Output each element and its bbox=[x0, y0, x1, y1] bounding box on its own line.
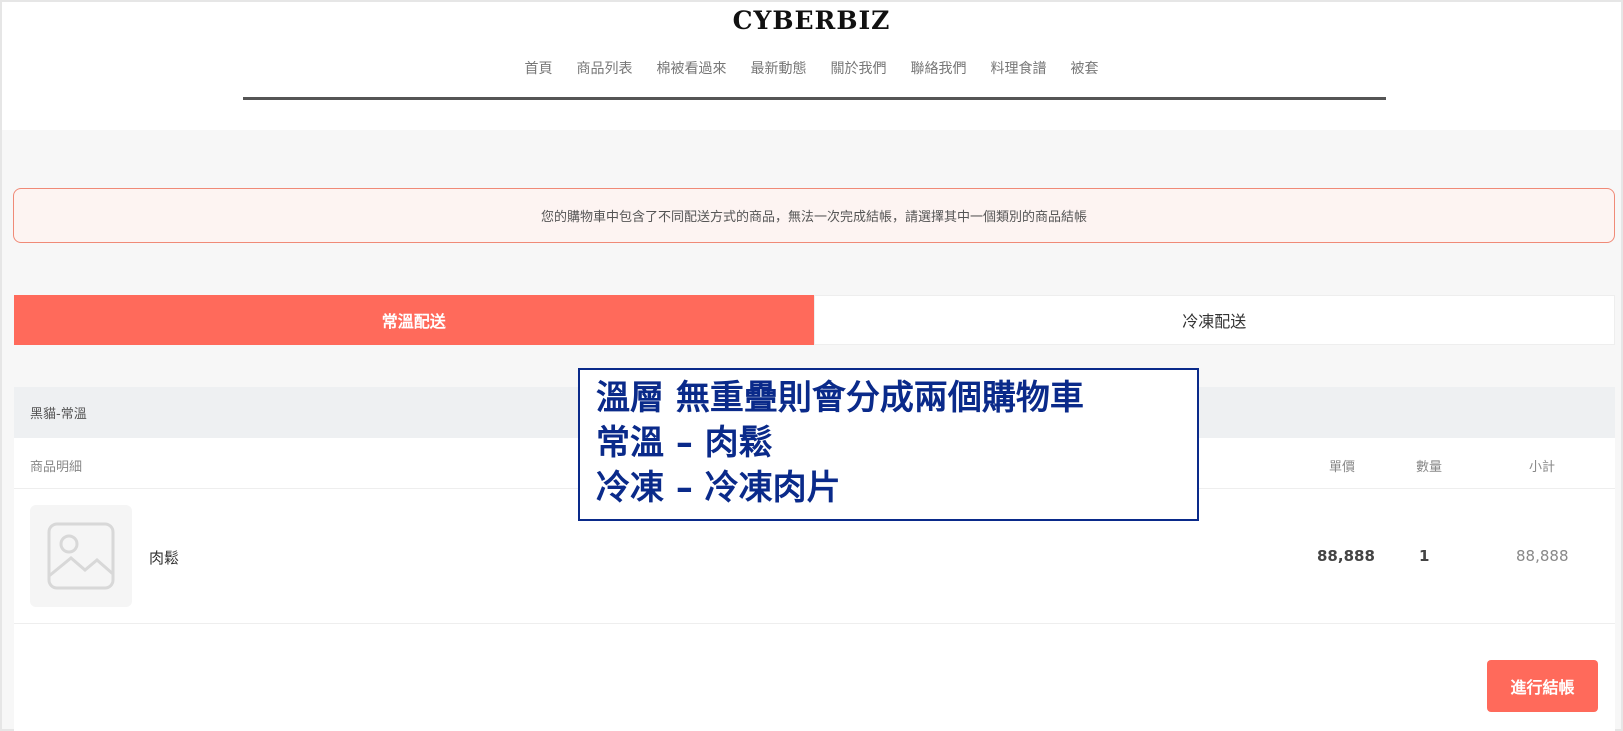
product-unit-price: 88,888 bbox=[1317, 547, 1375, 565]
product-quantity: 1 bbox=[1419, 547, 1430, 565]
nav-item-recipes[interactable]: 料理食譜 bbox=[979, 58, 1059, 78]
product-subtotal: 88,888 bbox=[1516, 547, 1569, 565]
nav-item-about[interactable]: 關於我們 bbox=[819, 58, 899, 78]
annotation-line-2: 常溫 – 肉鬆 bbox=[596, 423, 773, 463]
col-subtotal: 小計 bbox=[1529, 460, 1556, 475]
product-name[interactable]: 肉鬆 bbox=[149, 547, 179, 568]
alert-text: 您的購物車中包含了不同配送方式的商品，無法一次完成結帳，請選擇其中一個類別的商品… bbox=[540, 210, 1087, 225]
col-details: 商品明細 bbox=[30, 460, 83, 475]
col-unit-price: 單價 bbox=[1329, 460, 1356, 475]
nav-item-covers[interactable]: 被套 bbox=[1059, 58, 1111, 78]
tab-room-temp[interactable]: 常溫配送 bbox=[14, 295, 814, 345]
checkout-button[interactable]: 進行結帳 bbox=[1487, 660, 1598, 712]
annotation-line-3: 冷凍 – 冷凍肉片 bbox=[596, 468, 841, 508]
nav-item-quilts[interactable]: 棉被看過來 bbox=[645, 58, 739, 78]
product-image-placeholder[interactable] bbox=[30, 505, 132, 607]
nav-divider bbox=[243, 97, 1386, 100]
site-logo[interactable]: CYBERBIZ bbox=[2, 6, 1621, 35]
shipping-method-label: 黑貓-常溫 bbox=[30, 407, 87, 422]
tab-frozen[interactable]: 冷凍配送 bbox=[813, 295, 1615, 345]
shipping-tabs: 常溫配送 冷凍配送 bbox=[14, 295, 1615, 345]
nav-item-news[interactable]: 最新動態 bbox=[739, 58, 819, 78]
annotation-callout: 溫層 無重疊則會分成兩個購物車 常溫 – 肉鬆 冷凍 – 冷凍肉片 bbox=[578, 368, 1199, 521]
nav-item-home[interactable]: 首頁 bbox=[513, 58, 565, 78]
nav-item-contact[interactable]: 聯絡我們 bbox=[899, 58, 979, 78]
nav-item-products[interactable]: 商品列表 bbox=[565, 58, 645, 78]
image-placeholder-icon bbox=[47, 522, 115, 590]
annotation-line-1: 溫層 無重疊則會分成兩個購物車 bbox=[596, 378, 1084, 418]
main-nav: 首頁 商品列表 棉被看過來 最新動態 關於我們 聯絡我們 料理食譜 被套 bbox=[2, 58, 1621, 78]
mixed-shipping-alert: 您的購物車中包含了不同配送方式的商品，無法一次完成結帳，請選擇其中一個類別的商品… bbox=[13, 188, 1615, 243]
site-header: CYBERBIZ 首頁 商品列表 棉被看過來 最新動態 關於我們 聯絡我們 料理… bbox=[2, 2, 1621, 130]
col-quantity: 數量 bbox=[1416, 460, 1443, 475]
